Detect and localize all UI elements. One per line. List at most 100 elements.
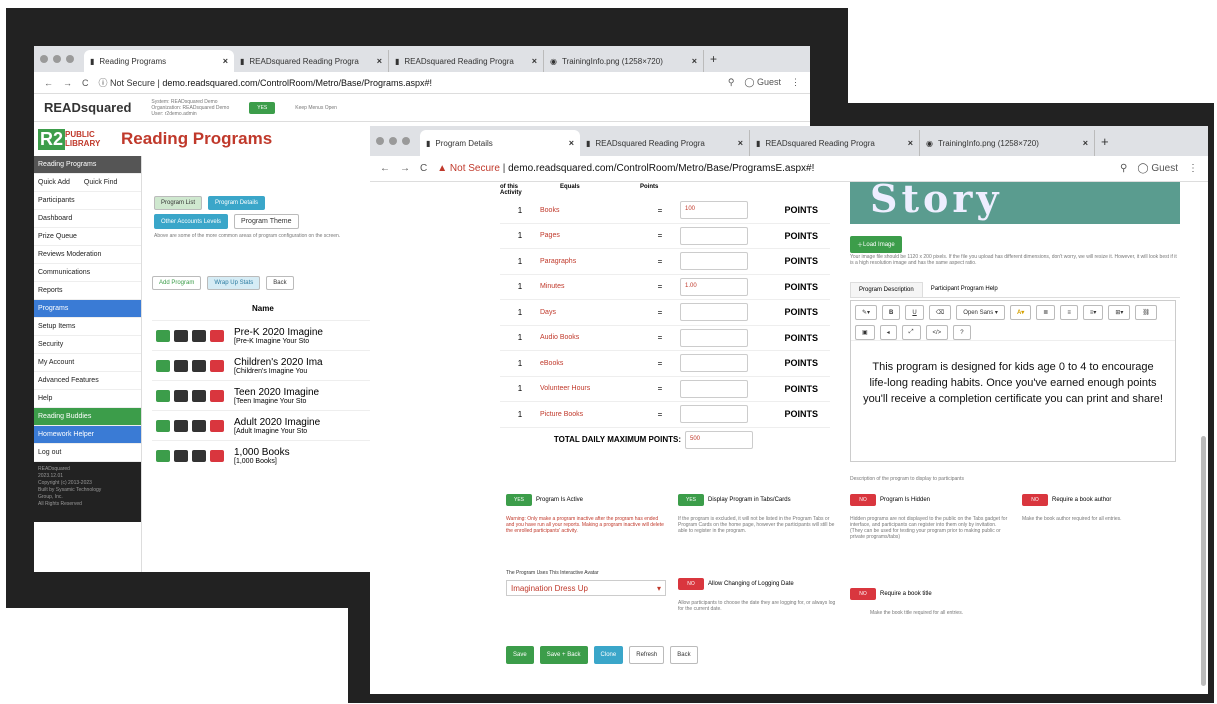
magic-wand-icon[interactable]: ✎▾ bbox=[855, 305, 878, 320]
move-down-icon[interactable] bbox=[192, 419, 206, 432]
require-title-toggle[interactable]: NO bbox=[850, 588, 876, 600]
help-icon[interactable]: ? bbox=[953, 325, 971, 340]
tab-program-description[interactable]: Program Description bbox=[850, 282, 923, 297]
move-up-icon[interactable] bbox=[174, 359, 188, 372]
font-color-icon[interactable]: A▾ bbox=[1009, 305, 1032, 320]
table-row[interactable]: Adult 2020 Imagine [Adult Imagine Your St… bbox=[152, 410, 372, 440]
sidebar-item-quick-add[interactable]: Quick Add bbox=[38, 179, 70, 186]
close-icon[interactable]: × bbox=[1083, 138, 1088, 148]
program-theme-button[interactable]: Program Theme bbox=[234, 214, 299, 229]
table-row[interactable]: Teen 2020 Imagine [Teen Imagine Your Sto bbox=[152, 380, 372, 410]
sidebar-item-help[interactable]: Help bbox=[34, 390, 141, 408]
font-select[interactable]: Open Sans ▾ bbox=[956, 305, 1005, 320]
search-icon[interactable]: ⚲ bbox=[728, 77, 735, 88]
table-row[interactable]: Children's 2020 Ima [Children's Imagine Y… bbox=[152, 350, 372, 380]
close-icon[interactable]: × bbox=[223, 56, 228, 66]
url-field[interactable]: ▲ Not Secure | demo.readsquared.com/Cont… bbox=[437, 163, 1110, 174]
move-up-icon[interactable] bbox=[174, 329, 188, 342]
back-button[interactable]: Back bbox=[670, 646, 698, 664]
sidebar-item-reports[interactable]: Reports bbox=[34, 282, 141, 300]
sidebar-item-advanced[interactable]: Advanced Features bbox=[34, 372, 141, 390]
guest-profile[interactable]: ◯ Guest bbox=[744, 77, 781, 88]
edit-icon[interactable] bbox=[156, 389, 170, 402]
sidebar-item-homework-helper[interactable]: Homework Helper bbox=[34, 426, 141, 444]
guest-profile[interactable]: ◯ Guest bbox=[1137, 163, 1178, 174]
window-controls[interactable] bbox=[376, 137, 410, 145]
tab-readsquared-1[interactable]: ▮ READsquared Reading Progra × bbox=[580, 130, 750, 156]
delete-icon[interactable] bbox=[210, 419, 224, 432]
move-down-icon[interactable] bbox=[192, 389, 206, 402]
total-input[interactable]: 500 bbox=[685, 430, 753, 449]
sidebar-item-my-account[interactable]: My Account bbox=[34, 354, 141, 372]
tab-readsquared-2[interactable]: ▮ READsquared Reading Progra × bbox=[389, 50, 544, 72]
forward-arrow-icon[interactable]: → bbox=[400, 163, 410, 174]
sidebar-item-participants[interactable]: Participants bbox=[34, 192, 141, 210]
tab-participant-help[interactable]: Participant Program Help bbox=[923, 282, 1006, 297]
search-icon[interactable]: ⚲ bbox=[1120, 163, 1127, 174]
wrap-up-stats-button[interactable]: Wrap Up Stats bbox=[207, 276, 261, 290]
edit-icon[interactable] bbox=[156, 419, 170, 432]
tab-readsquared-1[interactable]: ▮ READsquared Reading Progra × bbox=[234, 50, 389, 72]
program-hidden-toggle[interactable]: NO bbox=[850, 494, 876, 506]
other-accounts-button[interactable]: Other Accounts Levels bbox=[154, 214, 229, 229]
table-row[interactable]: 1,000 Books [1,000 Books] bbox=[152, 440, 372, 470]
points-input[interactable] bbox=[680, 303, 748, 322]
align-icon[interactable]: ≡▾ bbox=[1082, 305, 1104, 320]
logging-date-toggle[interactable]: NO bbox=[678, 578, 704, 590]
close-icon[interactable]: × bbox=[908, 138, 913, 148]
delete-icon[interactable] bbox=[210, 359, 224, 372]
move-up-icon[interactable] bbox=[174, 389, 188, 402]
table-row[interactable]: Pre-K 2020 Imagine [Pre-K Imagine Your St… bbox=[152, 320, 372, 350]
program-details-button[interactable]: Program Details bbox=[208, 196, 266, 210]
scrollbar[interactable] bbox=[1201, 436, 1206, 686]
save-back-button[interactable]: Save + Back bbox=[539, 646, 588, 664]
edit-icon[interactable] bbox=[156, 359, 170, 372]
bullet-list-icon[interactable]: ≣ bbox=[1036, 305, 1056, 320]
require-author-toggle[interactable]: NO bbox=[1022, 494, 1048, 506]
menu-icon[interactable]: ⋮ bbox=[791, 77, 800, 88]
tab-reading-programs[interactable]: ▮ Reading Programs × bbox=[84, 50, 234, 72]
reload-icon[interactable]: C bbox=[82, 78, 89, 88]
sidebar-item-programs[interactable]: Programs bbox=[34, 300, 141, 318]
sidebar-item-reading-buddies[interactable]: Reading Buddies bbox=[34, 408, 141, 426]
sidebar-item-reading-programs[interactable]: Reading Programs bbox=[34, 156, 141, 174]
image-icon[interactable]: ▣ bbox=[855, 325, 875, 340]
delete-icon[interactable] bbox=[210, 329, 224, 342]
rich-text-editor[interactable]: ✎▾ B U ⌫ Open Sans ▾ A▾ ≣ ≡ ≡▾ ⊞▾ ⛓ ▣ ◂ … bbox=[850, 300, 1176, 462]
sidebar-item-log-out[interactable]: Log out bbox=[34, 444, 141, 462]
clone-button[interactable]: Clone bbox=[593, 646, 624, 664]
forward-arrow-icon[interactable]: → bbox=[63, 78, 72, 88]
delete-icon[interactable] bbox=[210, 449, 224, 462]
new-tab-icon[interactable]: + bbox=[704, 52, 723, 66]
edit-icon[interactable] bbox=[156, 449, 170, 462]
link-icon[interactable]: ⛓ bbox=[1135, 305, 1158, 320]
tab-traininginfo[interactable]: ◉ TrainingInfo.png (1258×720) × bbox=[920, 130, 1095, 156]
underline-icon[interactable]: U bbox=[905, 305, 924, 320]
points-input[interactable]: 1.00 bbox=[680, 277, 748, 296]
program-list-button[interactable]: Program List bbox=[154, 196, 203, 210]
points-input[interactable] bbox=[680, 252, 748, 271]
table-icon[interactable]: ⊞▾ bbox=[1108, 305, 1131, 320]
points-input[interactable] bbox=[680, 226, 748, 245]
save-button[interactable]: Save bbox=[506, 646, 534, 664]
fullscreen-icon[interactable]: ⤢ bbox=[901, 325, 921, 340]
numbered-list-icon[interactable]: ≡ bbox=[1060, 305, 1078, 320]
move-up-icon[interactable] bbox=[174, 449, 188, 462]
move-down-icon[interactable] bbox=[192, 329, 206, 342]
sidebar-item-prize-queue[interactable]: Prize Queue bbox=[34, 228, 141, 246]
points-input[interactable] bbox=[680, 405, 748, 424]
close-icon[interactable]: × bbox=[738, 138, 743, 148]
program-active-toggle[interactable]: YES bbox=[506, 494, 532, 506]
back-button[interactable]: Back bbox=[266, 276, 294, 290]
tab-program-details[interactable]: ▮ Program Details × bbox=[420, 130, 580, 156]
sidebar-item-communications[interactable]: Communications bbox=[34, 264, 141, 282]
points-input[interactable]: 100 bbox=[680, 201, 748, 220]
window-controls[interactable] bbox=[40, 55, 74, 63]
video-icon[interactable]: ◂ bbox=[879, 325, 897, 340]
sidebar-item-dashboard[interactable]: Dashboard bbox=[34, 210, 141, 228]
eraser-icon[interactable]: ⌫ bbox=[928, 305, 952, 320]
edit-icon[interactable] bbox=[156, 329, 170, 342]
points-input[interactable] bbox=[680, 328, 748, 347]
load-image-button[interactable]: ＋ Load Image bbox=[850, 236, 902, 253]
back-arrow-icon[interactable]: ← bbox=[44, 78, 53, 88]
